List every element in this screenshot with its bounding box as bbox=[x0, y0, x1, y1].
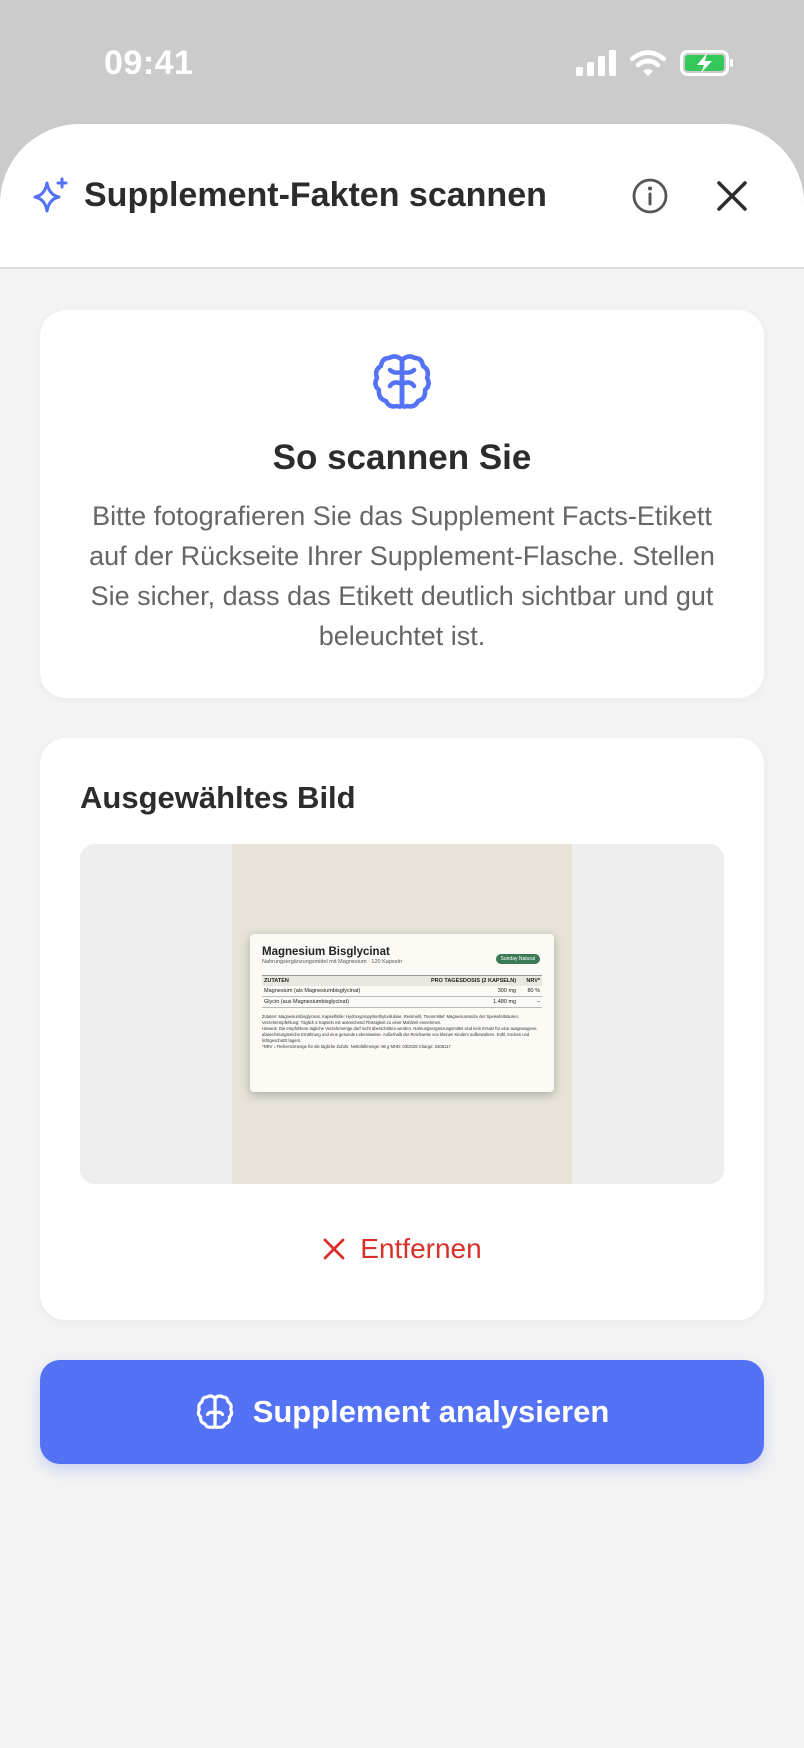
table-row: Glycin (aus Magnesiumbisglycinat) 1.480 … bbox=[262, 996, 542, 1008]
howto-card: So scannen Sie Bitte fotografieren Sie d… bbox=[40, 310, 764, 698]
label-note: *NRV = Referenzmenge für die tägliche Zu… bbox=[262, 1044, 451, 1049]
close-icon[interactable] bbox=[712, 176, 752, 216]
label-col-nrv: NRV* bbox=[518, 975, 542, 986]
table-row: Magnesium (als Magnesiumbisglycinat) 300… bbox=[262, 986, 542, 997]
label-cell: Glycin (aus Magnesiumbisglycinat) bbox=[262, 996, 398, 1008]
sparkle-icon bbox=[33, 177, 68, 213]
analyze-label: Supplement analysieren bbox=[252, 1394, 610, 1429]
label-cell: Magnesium (als Magnesiumbisglycinat) bbox=[262, 986, 398, 997]
battery-charging-icon bbox=[680, 50, 733, 76]
analyze-button[interactable]: Supplement analysieren bbox=[40, 1360, 764, 1464]
sheet-header: Supplement-Fakten scannen bbox=[0, 124, 804, 269]
scan-sheet: Supplement-Fakten scannen So scannen Sie… bbox=[0, 124, 804, 1748]
brain-icon bbox=[373, 354, 431, 409]
close-icon bbox=[323, 1238, 345, 1260]
selected-image-title: Ausgewähltes Bild bbox=[80, 780, 356, 815]
howto-title: So scannen Sie bbox=[272, 438, 532, 477]
remove-button[interactable]: Entfernen bbox=[40, 1224, 764, 1274]
page-title: Supplement-Fakten scannen bbox=[84, 176, 547, 214]
remove-label: Entfernen bbox=[360, 1233, 482, 1264]
label-cell: 80 % bbox=[518, 986, 542, 997]
label-brand-badge: Sunday Natural bbox=[495, 954, 540, 964]
label-notes: Zutaten: Magnesiumbisglycinat, Kapselhül… bbox=[262, 1014, 542, 1050]
cellular-signal-icon bbox=[576, 50, 616, 76]
selected-image-card: Ausgewähltes Bild Magnesium Bisglycinat … bbox=[40, 738, 764, 1320]
status-bar: 09:41 bbox=[0, 0, 804, 124]
label-col-dose: PRO TAGESDOSIS (2 KAPSELN) bbox=[397, 975, 519, 986]
howto-text: Bitte fotografieren Sie das Supplement F… bbox=[89, 501, 715, 651]
supplement-label: Magnesium Bisglycinat Nahrungsergänzungs… bbox=[250, 934, 554, 1092]
label-cell: 300 mg bbox=[397, 986, 519, 997]
brain-icon bbox=[196, 1394, 233, 1429]
status-time: 09:41 bbox=[104, 44, 194, 82]
photo: Magnesium Bisglycinat Nahrungsergänzungs… bbox=[232, 844, 572, 1184]
label-note: Hinweis: Die empfohlene tägliche Verzehr… bbox=[262, 1026, 538, 1043]
wifi-icon bbox=[630, 50, 666, 76]
status-icons bbox=[576, 50, 734, 76]
image-preview: Magnesium Bisglycinat Nahrungsergänzungs… bbox=[80, 844, 724, 1184]
label-cell: – bbox=[518, 996, 542, 1008]
label-cell: 1.480 mg bbox=[397, 996, 519, 1008]
info-icon[interactable] bbox=[630, 176, 670, 216]
label-col-ingredients: ZUTATEN bbox=[262, 975, 398, 986]
label-table: ZUTATEN PRO TAGESDOSIS (2 KAPSELN) NRV* … bbox=[262, 975, 542, 1008]
